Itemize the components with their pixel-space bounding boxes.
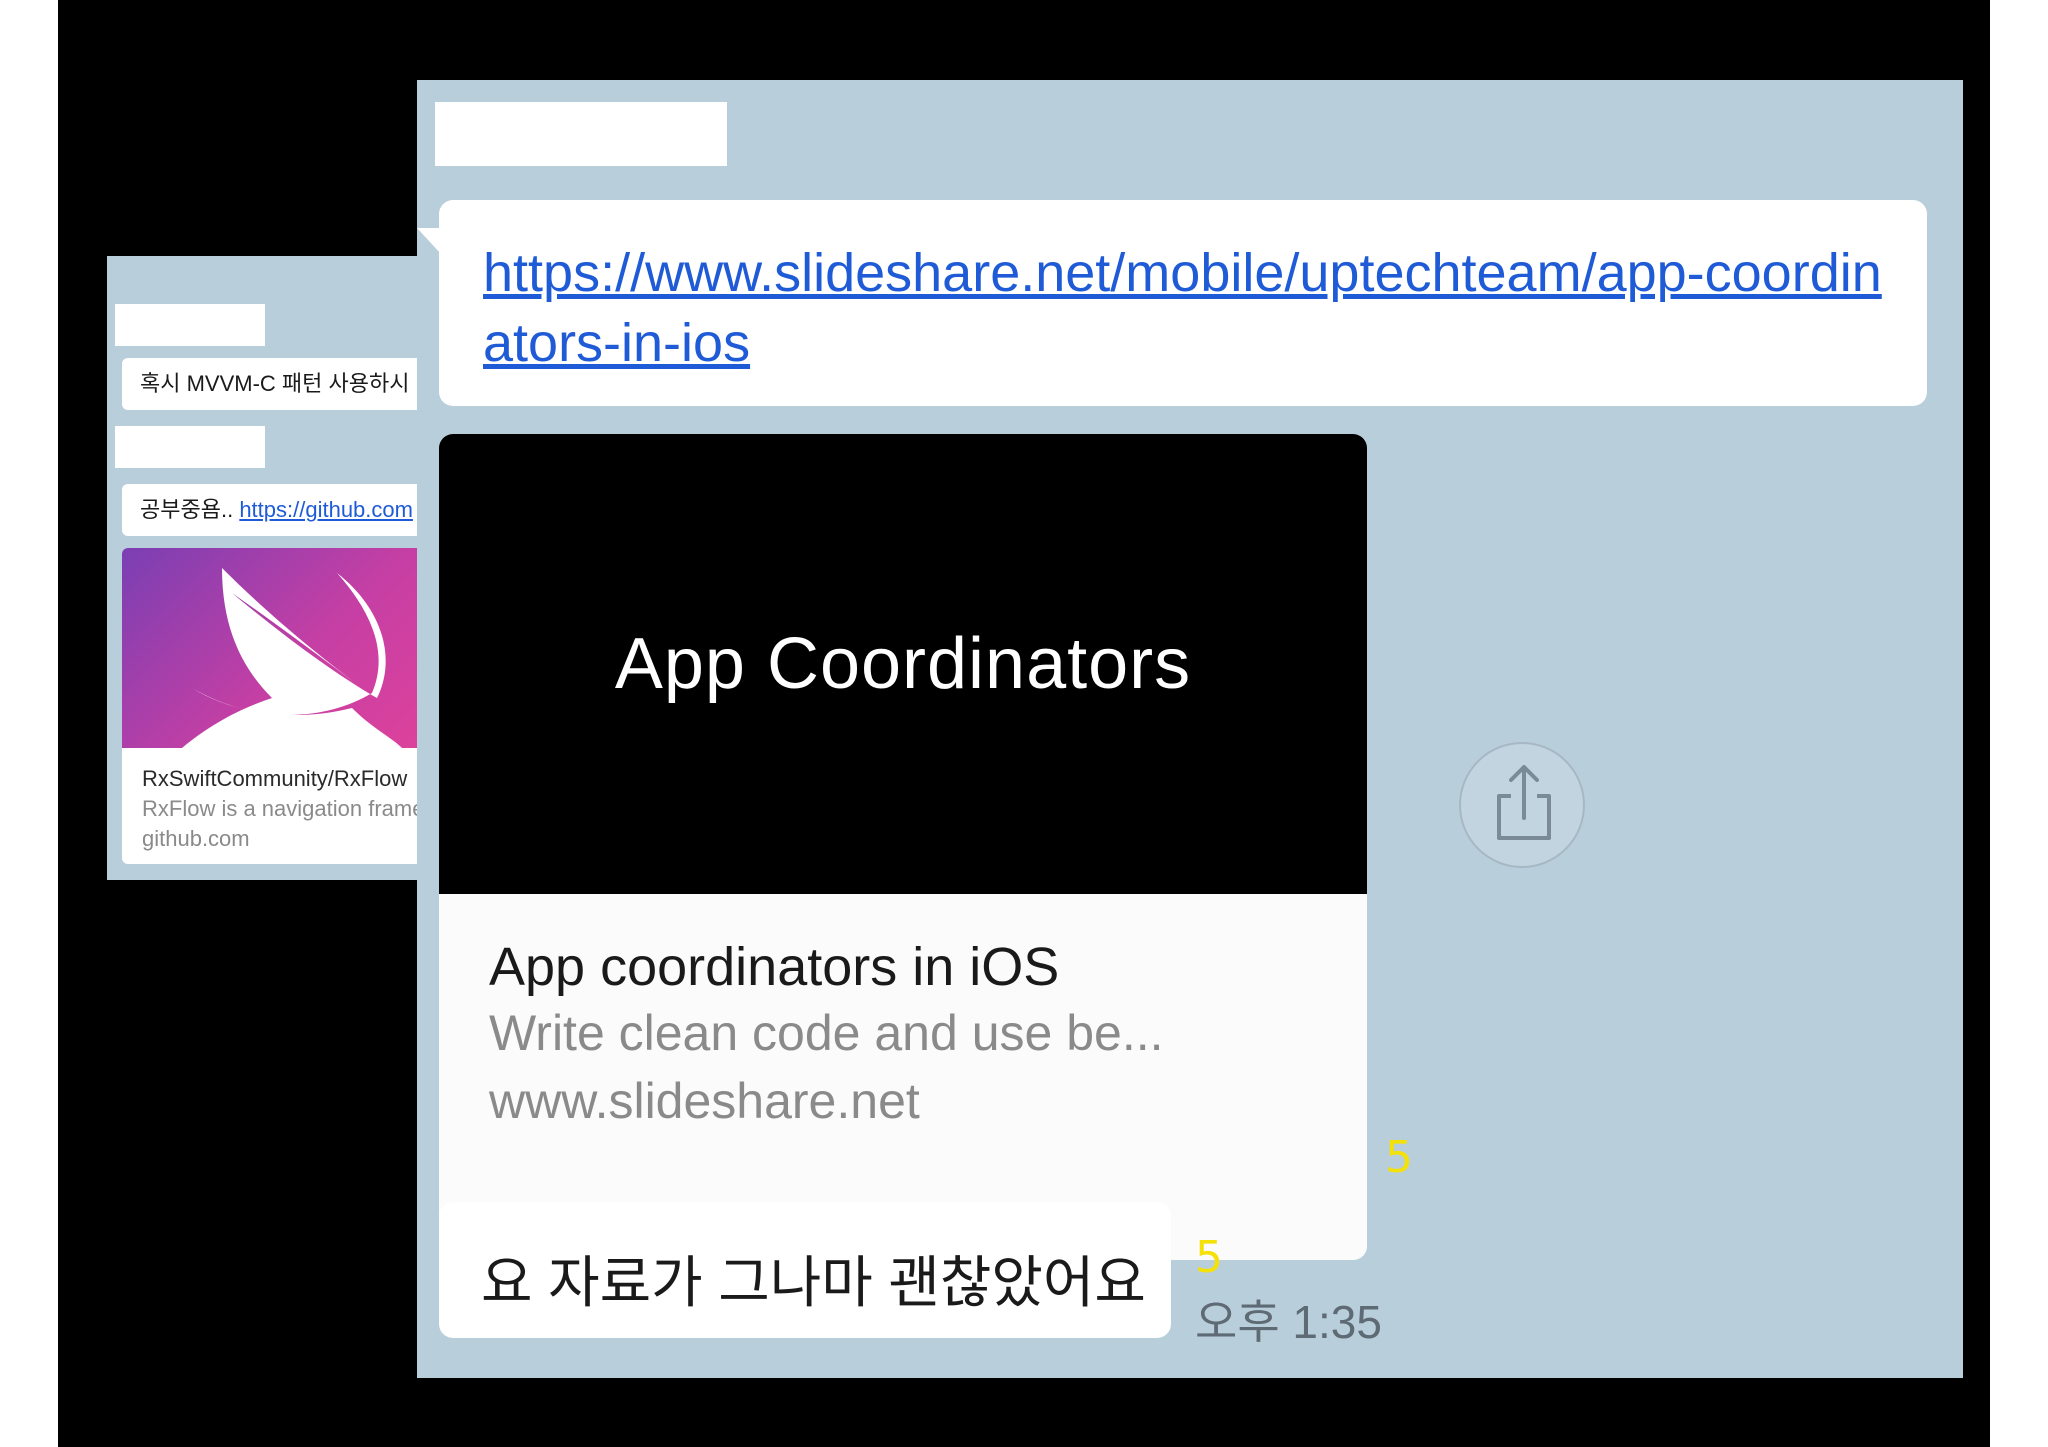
- preview-title: RxSwiftCommunity/RxFlow: [142, 766, 408, 791]
- slideshare-link-preview[interactable]: App Coordinators App coordinators in iOS…: [439, 434, 1367, 1260]
- github-link-preview[interactable]: RxSwiftCommunity/RxFlow RxFlow is a navi…: [122, 548, 437, 864]
- bubble-tail: [122, 484, 126, 498]
- message-timestamp: 오후 1:35: [1195, 1296, 1382, 1348]
- preview-image: App Coordinators: [439, 434, 1367, 894]
- message-text: 혹시 MVVM-C 패턴 사용하시: [140, 371, 410, 396]
- message-text: 요 자료가 그나마 괜찮았어요: [481, 1251, 1146, 1314]
- unread-count: 5: [1195, 1232, 1223, 1283]
- preview-description: RxFlow is a navigation framework: [142, 796, 437, 821]
- preview-domain: github.com: [142, 826, 250, 851]
- redacted-sender-name: [435, 102, 727, 166]
- preview-image-title: App Coordinators: [614, 624, 1192, 704]
- preview-description: Write clean code and use be...: [489, 1005, 1164, 1061]
- message-link[interactable]: https://github.com: [239, 497, 413, 522]
- preview-domain: www.slideshare.net: [489, 1073, 920, 1129]
- swift-logo-image: [122, 548, 437, 748]
- slideshare-link[interactable]: https://www.slideshare.net/mobile/uptech…: [483, 238, 1903, 378]
- redacted-sender-name: [115, 426, 265, 468]
- message-text: 공부중욤..: [140, 497, 234, 522]
- share-icon: [1497, 765, 1551, 840]
- background-chat-window: 혹시 MVVM-C 패턴 사용하시 공부중욤.. https://github.…: [107, 256, 437, 880]
- chat-message-bubble[interactable]: 공부중욤.. https://github.com: [122, 484, 437, 536]
- unread-count: 5: [1385, 1132, 1413, 1183]
- text-message-bubble[interactable]: 요 자료가 그나마 괜찮았어요: [439, 1202, 1171, 1338]
- link-message-bubble[interactable]: https://www.slideshare.net/mobile/uptech…: [417, 200, 1927, 406]
- chat-message-bubble[interactable]: 혹시 MVVM-C 패턴 사용하시: [122, 358, 437, 410]
- redacted-sender-name: [115, 304, 265, 346]
- swift-bird-icon: [182, 568, 402, 748]
- main-chat-window: https://www.slideshare.net/mobile/uptech…: [417, 80, 1963, 1378]
- bubble-tail: [122, 358, 126, 372]
- bubble-tail: [417, 228, 441, 254]
- preview-title: App coordinators in iOS: [489, 937, 1060, 997]
- share-button[interactable]: [1459, 742, 1585, 868]
